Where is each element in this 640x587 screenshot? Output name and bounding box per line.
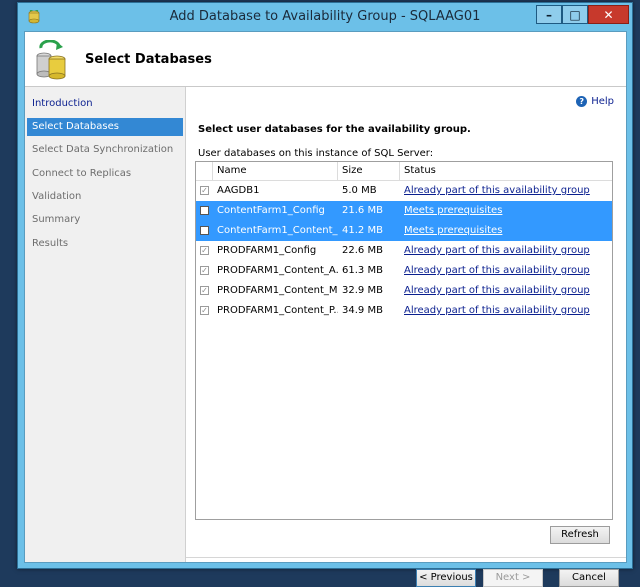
wizard-window: Add Database to Availability Group - SQL… [17, 2, 633, 587]
database-status-cell: Already part of this availability group [400, 181, 612, 201]
close-button[interactable]: ✕ [588, 5, 629, 24]
table-row[interactable]: ✓ PRODFARM1_Content_M... 32.9 MB Already pa… [196, 281, 612, 301]
table-row[interactable]: ✓ PRODFARM1_Content_P... 34.9 MB Already pa… [196, 301, 612, 321]
table-row[interactable]: ✓ AAGDB1 5.0 MB Already part of this availa… [196, 181, 612, 201]
help-label: Help [591, 96, 614, 107]
database-size: 41.2 MB [342, 225, 383, 236]
row-checkbox[interactable]: ✓ [200, 186, 209, 195]
cancel-button[interactable]: Cancel [559, 569, 619, 587]
row-checkbox[interactable]: ✓ [200, 286, 209, 295]
row-checkbox-cell: ✓ [196, 301, 213, 321]
wizard-step-nav: Introduction Select Databases Select Dat… [25, 87, 186, 562]
row-checkbox[interactable] [200, 206, 209, 215]
table-row[interactable]: ✓ PRODFARM1_Content_A... 61.3 MB Already pa… [196, 261, 612, 281]
row-checkbox[interactable]: ✓ [200, 246, 209, 255]
database-size: 21.6 MB [342, 205, 383, 216]
database-status-cell: Already part of this availability group [400, 261, 612, 281]
database-size: 61.3 MB [342, 265, 383, 276]
database-status-cell: Meets prerequisites [400, 221, 612, 241]
row-checkbox-cell: ✓ [196, 281, 213, 301]
nav-step-results: Results [32, 238, 69, 249]
row-checkbox-cell: ✓ [196, 181, 213, 201]
database-size: 34.9 MB [342, 305, 383, 316]
column-header-size[interactable]: Size [338, 162, 400, 180]
database-size: 5.0 MB [342, 185, 377, 196]
refresh-button[interactable]: Refresh [550, 526, 610, 544]
nav-step-summary: Summary [32, 214, 81, 225]
database-size: 22.6 MB [342, 245, 383, 256]
nav-step-connect-to-replicas: Connect to Replicas [32, 168, 132, 179]
table-row[interactable]: ContentFarm1_Config 21.6 MB Meets prerequi… [196, 201, 612, 221]
database-name: ContentFarm1_Content_... [217, 225, 338, 236]
row-checkbox[interactable]: ✓ [200, 306, 209, 315]
grid-label: User databases on this instance of SQL S… [198, 148, 434, 159]
database-name: PRODFARM1_Content_M... [217, 285, 338, 296]
nav-step-select-databases[interactable]: Select Databases [27, 118, 183, 136]
status-link[interactable]: Already part of this availability group [404, 265, 590, 276]
footer-divider [186, 557, 626, 558]
row-checkbox-cell: ✓ [196, 261, 213, 281]
minimize-button[interactable]: – [536, 5, 562, 24]
database-grid: Name Size Status ✓ AAGDB1 5.0 MB Already pa… [195, 161, 613, 520]
wizard-client-area: Select Databases Introduction Select Dat… [24, 31, 627, 587]
database-status-cell: Already part of this availability group [400, 281, 612, 301]
database-name: ContentFarm1_Config [217, 205, 325, 216]
help-link[interactable]: ? Help [576, 96, 614, 107]
main-panel: ? Help Select user databases for the ava… [186, 87, 626, 587]
title-bar[interactable]: Add Database to Availability Group - SQL… [18, 3, 632, 31]
row-checkbox-cell [196, 201, 213, 221]
table-row[interactable]: ContentFarm1_Content_... 41.2 MB Meets pre… [196, 221, 612, 241]
column-header-checkbox[interactable] [196, 162, 213, 180]
database-name: PRODFARM1_Config [217, 245, 317, 256]
page-title: Select Databases [85, 52, 212, 67]
help-icon: ? [576, 96, 588, 107]
database-status-cell: Already part of this availability group [400, 241, 612, 261]
database-name: AAGDB1 [217, 185, 260, 196]
column-header-name[interactable]: Name [213, 162, 338, 180]
database-status-cell: Already part of this availability group [400, 301, 612, 321]
row-checkbox[interactable]: ✓ [200, 266, 209, 275]
grid-header: Name Size Status [196, 162, 612, 181]
next-button[interactable]: Next > [483, 569, 543, 587]
status-link[interactable]: Meets prerequisites [404, 205, 502, 216]
status-link[interactable]: Already part of this availability group [404, 245, 590, 256]
wizard-header: Select Databases [25, 32, 626, 87]
row-checkbox-cell [196, 221, 213, 241]
status-link[interactable]: Already part of this availability group [404, 285, 590, 296]
nav-step-introduction[interactable]: Introduction [27, 95, 183, 113]
database-status-cell: Meets prerequisites [400, 201, 612, 221]
table-row[interactable]: ✓ PRODFARM1_Config 22.6 MB Already part of … [196, 241, 612, 261]
status-link[interactable]: Already part of this availability group [404, 305, 590, 316]
nav-step-validation: Validation [32, 191, 82, 202]
status-link[interactable]: Already part of this availability group [404, 185, 590, 196]
status-link[interactable]: Meets prerequisites [404, 225, 502, 236]
section-title: Select user databases for the availabili… [198, 124, 471, 135]
row-checkbox-cell: ✓ [196, 241, 213, 261]
nav-step-select-data-synchronization: Select Data Synchronization [32, 144, 174, 155]
maximize-button[interactable]: □ [562, 5, 588, 24]
database-name: PRODFARM1_Content_A... [217, 265, 338, 276]
row-checkbox[interactable] [200, 226, 209, 235]
previous-button[interactable]: < Previous [416, 569, 476, 587]
database-size: 32.9 MB [342, 285, 383, 296]
column-header-status[interactable]: Status [400, 162, 612, 180]
database-name: PRODFARM1_Content_P... [217, 305, 338, 316]
database-cylinders-icon [36, 40, 66, 80]
